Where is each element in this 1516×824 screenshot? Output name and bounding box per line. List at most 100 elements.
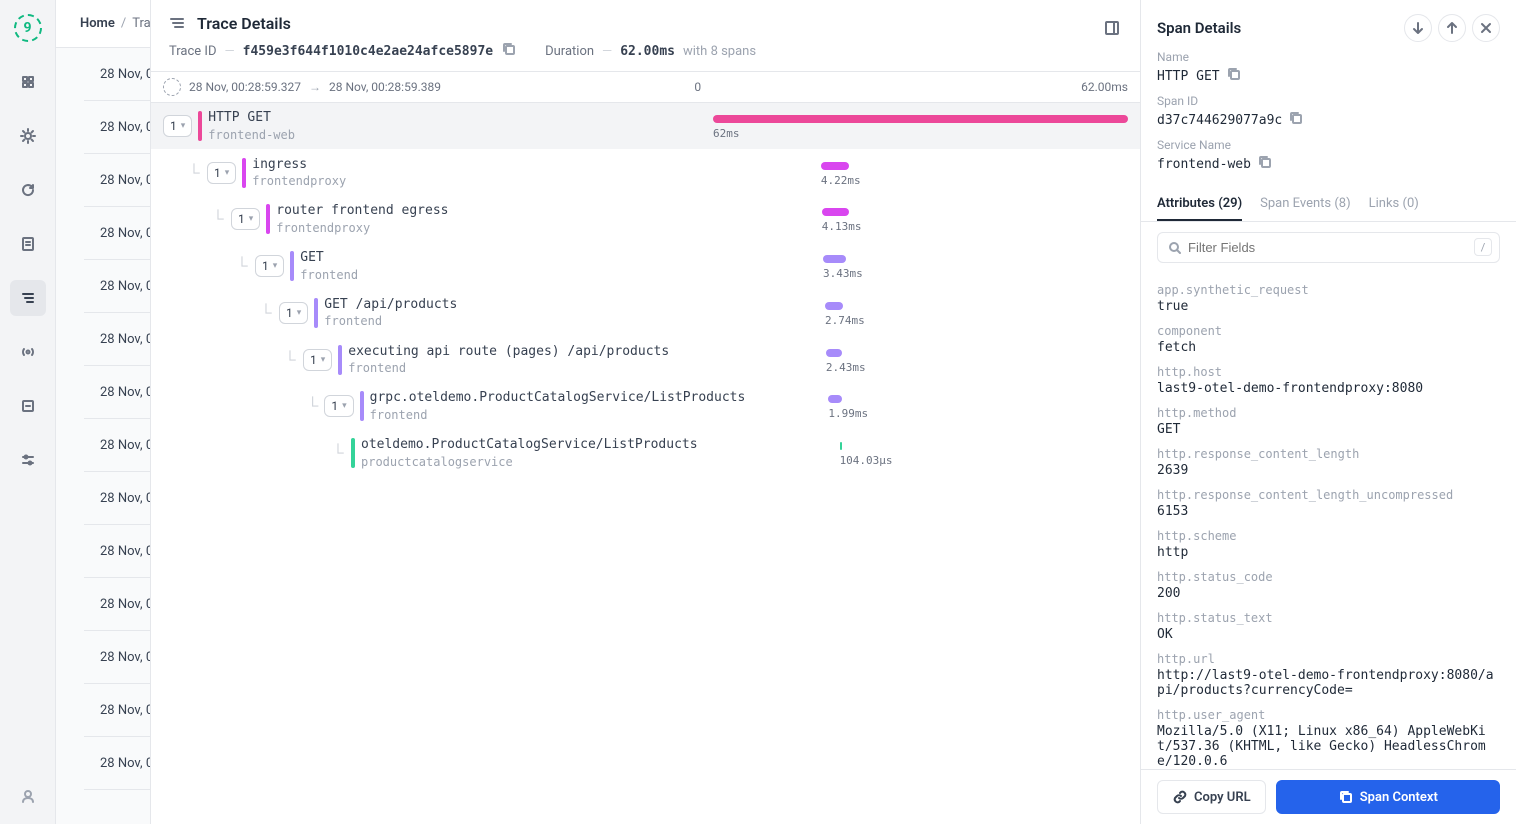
span-name-value: HTTP GET — [1157, 69, 1220, 84]
nav-dashboards[interactable] — [10, 64, 46, 100]
nav-archive[interactable] — [10, 388, 46, 424]
close-icon — [1478, 20, 1494, 36]
span-id-label: Span ID — [1157, 94, 1500, 108]
span-row[interactable]: └1grpc.oteldemo.ProductCatalogService/Li… — [151, 383, 1140, 430]
user-icon — [20, 788, 36, 804]
span-row[interactable]: 1HTTP GETfrontend-web62ms — [151, 103, 1140, 150]
attribute-key: http.host — [1157, 365, 1500, 379]
span-children-toggle[interactable]: 1 — [279, 302, 308, 324]
span-row[interactable]: └1ingressfrontendproxy4.22ms — [151, 150, 1140, 197]
arrow-down-icon — [1410, 20, 1426, 36]
span-service: frontendproxy — [252, 173, 346, 189]
service-color-bar — [360, 391, 364, 421]
attribute-value: fetch — [1157, 340, 1500, 355]
span-context-button[interactable]: Span Context — [1276, 780, 1500, 814]
attr-filter-input[interactable] — [1157, 232, 1500, 263]
attribute-key: app.synthetic_request — [1157, 283, 1500, 297]
tab-links[interactable]: Links (0) — [1369, 188, 1419, 221]
sliders-icon — [20, 452, 36, 468]
attribute-row: app.synthetic_requesttrue — [1157, 283, 1500, 314]
close-details-button[interactable] — [1472, 14, 1500, 42]
tab-attributes[interactable]: Attributes (29) — [1157, 188, 1242, 221]
copy-trace-id-button[interactable] — [501, 41, 517, 61]
span-row[interactable]: └1router frontend egressfrontendproxy4.1… — [151, 196, 1140, 243]
span-service: frontendproxy — [276, 220, 448, 236]
copy-service-button[interactable] — [1257, 154, 1273, 174]
tree-connector-icon: └ — [307, 396, 318, 416]
document-icon — [20, 236, 36, 252]
copy-icon — [1257, 154, 1273, 170]
span-row[interactable]: └1GETfrontend3.43ms — [151, 243, 1140, 290]
span-children-toggle[interactable]: 1 — [303, 349, 332, 371]
trace-id-value: f459e3f644f1010c4e2ae24afce5897e — [243, 44, 493, 59]
attribute-row: http.user_agentMozilla/5.0 (X11; Linux x… — [1157, 708, 1500, 769]
nav-traces[interactable] — [10, 280, 46, 316]
nav-account[interactable] — [10, 778, 46, 814]
service-color-bar — [314, 298, 318, 328]
copy-icon — [501, 41, 517, 57]
span-name: executing api route (pages) /api/product… — [348, 343, 669, 361]
attribute-value: OK — [1157, 627, 1500, 642]
span-row[interactable]: └oteldemo.ProductCatalogService/ListProd… — [151, 430, 1140, 477]
attribute-key: component — [1157, 324, 1500, 338]
span-children-toggle[interactable]: 1 — [324, 395, 353, 417]
trace-icon — [169, 15, 187, 33]
search-icon — [1167, 240, 1183, 260]
trace-bars-icon — [20, 290, 36, 306]
collapse-panel-button[interactable] — [1098, 14, 1126, 42]
copy-url-button[interactable]: Copy URL — [1157, 780, 1266, 814]
duration-value: 62.00ms — [620, 44, 675, 59]
copy-url-label: Copy URL — [1194, 790, 1251, 805]
nav-filters[interactable] — [10, 442, 46, 478]
prev-span-button[interactable] — [1404, 14, 1432, 42]
next-span-button[interactable] — [1438, 14, 1466, 42]
span-name-label: Name — [1157, 50, 1500, 64]
attribute-value: 2639 — [1157, 463, 1500, 478]
span-children-toggle[interactable]: 1 — [255, 255, 284, 277]
span-duration-bar — [823, 255, 846, 263]
span-name: oteldemo.ProductCatalogService/ListProdu… — [361, 436, 698, 454]
attribute-row: http.schemehttp — [1157, 529, 1500, 560]
attribute-row: http.response_content_length_uncompresse… — [1157, 488, 1500, 519]
attribute-row: http.methodGET — [1157, 406, 1500, 437]
copy-span-name-button[interactable] — [1226, 66, 1242, 86]
tab-span-events[interactable]: Span Events (8) — [1260, 188, 1350, 221]
spans-tree: 1HTTP GETfrontend-web62ms└1ingressfronte… — [151, 103, 1140, 824]
span-duration-text: 4.22ms — [821, 174, 861, 187]
ruler-max: 62.00ms — [1081, 80, 1128, 94]
nav-settings[interactable] — [10, 118, 46, 154]
span-duration-text: 104.03µs — [840, 454, 893, 467]
trace-details-panel: Trace Details Trace ID — f459e3f644f1010… — [150, 0, 1140, 824]
span-children-toggle[interactable]: 1 — [207, 162, 236, 184]
span-service: productcatalogservice — [361, 454, 698, 470]
span-details-panel: Span Details Name HTTP GET Span ID d37c7… — [1140, 0, 1516, 824]
trace-title: Trace Details — [197, 14, 291, 33]
brand-logo[interactable]: 9 — [14, 14, 42, 42]
arrow-up-icon — [1444, 20, 1460, 36]
breadcrumb-home[interactable]: Home — [80, 16, 115, 31]
attribute-key: http.response_content_length — [1157, 447, 1500, 461]
span-duration-bar — [821, 162, 849, 170]
span-row[interactable]: └ 1 executing api route (pages) /api/produ… — [151, 337, 1140, 384]
nav-logs[interactable] — [10, 226, 46, 262]
attribute-row: http.status_code200 — [1157, 570, 1500, 601]
span-children-toggle[interactable]: 1 — [163, 115, 192, 137]
span-row[interactable]: └1GET /api/productsfrontend2.74ms — [151, 290, 1140, 337]
span-children-toggle[interactable]: 1 — [231, 208, 260, 230]
gear-icon — [20, 128, 36, 144]
span-name: GET — [300, 249, 358, 267]
refresh-icon — [20, 182, 36, 198]
span-duration-bar — [713, 115, 1128, 123]
attribute-value: http://last9-otel-demo-frontendproxy:808… — [1157, 668, 1500, 698]
span-duration-text: 4.13ms — [822, 220, 862, 233]
attribute-value: GET — [1157, 422, 1500, 437]
copy-span-id-button[interactable] — [1288, 110, 1304, 130]
duration-label: Duration — [545, 44, 594, 59]
tree-connector-icon: └ — [283, 350, 297, 370]
span-service: frontend-web — [208, 127, 295, 143]
nav-live[interactable] — [10, 334, 46, 370]
service-color-bar — [242, 158, 246, 188]
span-name: ingress — [252, 156, 346, 174]
attribute-row: http.urlhttp://last9-otel-demo-frontendp… — [1157, 652, 1500, 698]
nav-refresh[interactable] — [10, 172, 46, 208]
